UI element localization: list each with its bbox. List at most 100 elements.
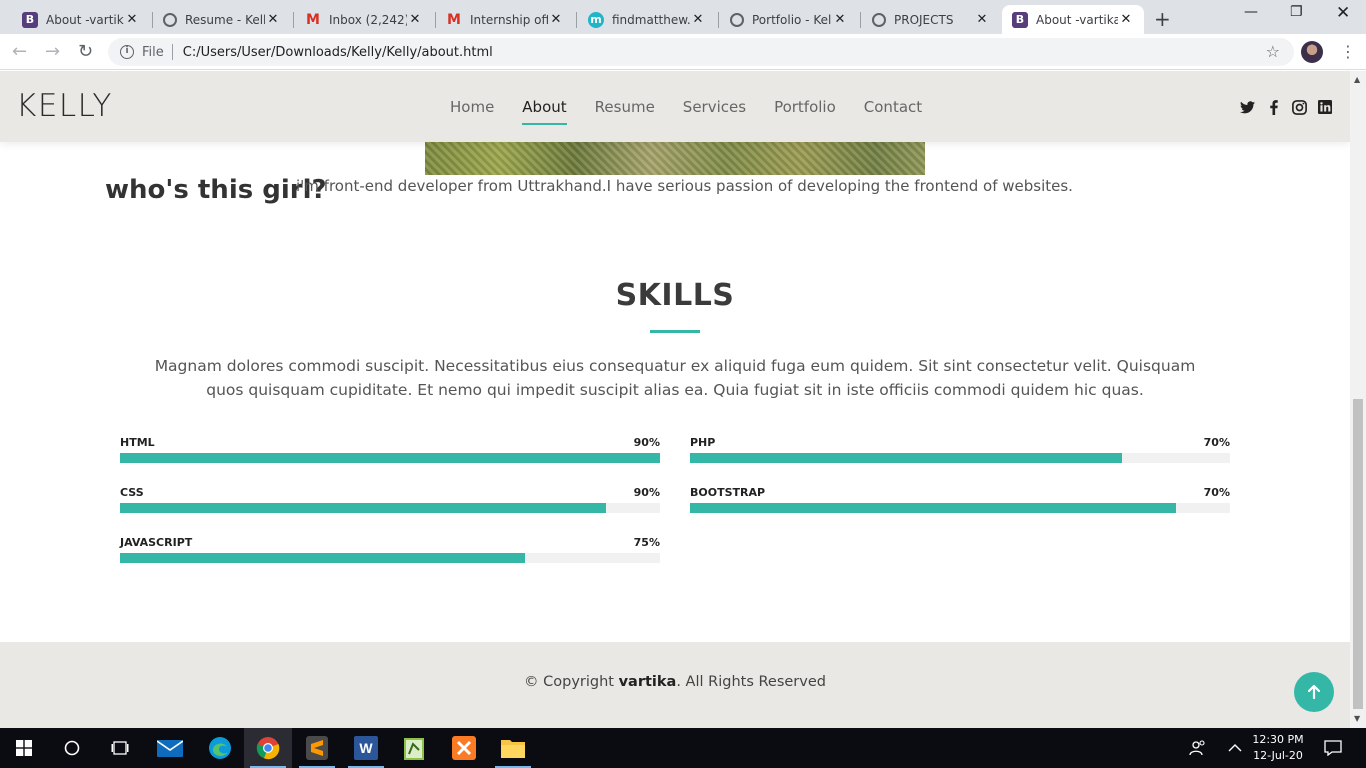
url-text[interactable]: C:/Users/User/Downloads/Kelly/Kelly/abou… <box>183 45 493 60</box>
skill-percent: 70% <box>1203 436 1230 449</box>
close-tab-icon[interactable]: ✕ <box>124 12 140 27</box>
skill-percent: 70% <box>1203 486 1230 499</box>
skills-title-underline <box>650 330 700 333</box>
nav-contact[interactable]: Contact <box>864 98 922 116</box>
close-tab-icon[interactable]: ✕ <box>832 12 848 27</box>
edge-browser-icon[interactable] <box>196 728 244 768</box>
skills-title: SKILLS <box>615 278 735 313</box>
chevron-up-icon[interactable] <box>1218 728 1252 768</box>
skill-percent: 90% <box>633 486 660 499</box>
xampp-icon[interactable] <box>440 728 488 768</box>
site-logo[interactable]: KELLY <box>16 88 113 124</box>
mail-app-icon[interactable] <box>146 728 194 768</box>
windows-taskbar: W 12:30 PM 12-Jul-20 <box>0 728 1366 768</box>
skill-percent: 75% <box>633 536 660 549</box>
browser-tab[interactable]: m findmatthew.co ✕ <box>578 5 716 34</box>
close-tab-icon[interactable]: ✕ <box>690 12 706 27</box>
more-menu-icon[interactable]: ⋮ <box>1340 42 1356 61</box>
skill-progress-track <box>120 503 660 513</box>
nav-portfolio[interactable]: Portfolio <box>774 98 836 116</box>
close-window-icon[interactable]: ✕ <box>1336 3 1350 23</box>
main-nav: Home About Resume Services Portfolio Con… <box>450 98 922 125</box>
bootstrap-favicon-icon: B <box>22 11 38 28</box>
close-tab-icon[interactable]: ✕ <box>974 12 990 27</box>
skill-name: CSS <box>120 486 144 499</box>
browser-tab[interactable]: M Inbox (2,242) - ✕ <box>295 5 433 34</box>
search-circle-icon[interactable] <box>48 728 96 768</box>
twitter-icon[interactable] <box>1239 99 1255 115</box>
new-tab-icon[interactable]: + <box>1154 7 1171 31</box>
scroll-down-arrow-icon[interactable]: ▼ <box>1354 714 1360 723</box>
globe-favicon-icon <box>730 12 744 27</box>
tab-title: PROJECTS <box>894 12 954 27</box>
browser-tab[interactable]: M Internship offe ✕ <box>436 5 574 34</box>
sublime-text-icon[interactable] <box>293 728 341 768</box>
restore-icon[interactable]: ❐ <box>1290 4 1303 20</box>
copyright-text: © Copyright vartika. All Rights Reserved <box>0 674 1350 690</box>
intro-heading: who's this girl? <box>105 175 327 205</box>
copyright-suffix: . All Rights Reserved <box>676 674 826 690</box>
tab-title: Resume - Kelly <box>185 12 265 27</box>
file-explorer-icon[interactable] <box>489 728 537 768</box>
gmail-favicon-icon: M <box>306 11 320 28</box>
nav-resume[interactable]: Resume <box>595 98 655 116</box>
reload-icon[interactable]: ↻ <box>78 41 93 62</box>
browser-tab[interactable]: Portfolio - Kelly ✕ <box>720 5 858 34</box>
back-arrow-icon[interactable]: ← <box>12 41 27 62</box>
site-header: KELLY Home About Resume Services Portfol… <box>0 71 1350 142</box>
browser-tab-strip: B About -vartika ✕ Resume - Kelly ✕ M In… <box>0 0 1366 34</box>
skill-progress-fill <box>120 503 606 513</box>
tab-title: Internship offe <box>470 12 548 27</box>
browser-tab[interactable]: PROJECTS ✕ <box>862 5 1000 34</box>
close-tab-icon[interactable]: ✕ <box>1118 12 1134 27</box>
bootstrap-favicon-icon: B <box>1012 11 1028 28</box>
scroll-up-arrow-icon[interactable]: ▲ <box>1354 75 1360 84</box>
windows-start-icon[interactable] <box>0 728 48 768</box>
skill-progress-fill <box>120 453 660 463</box>
close-tab-icon[interactable]: ✕ <box>548 12 564 27</box>
nav-home[interactable]: Home <box>450 98 494 116</box>
tab-separator <box>576 12 577 28</box>
people-icon[interactable] <box>1178 728 1218 768</box>
address-bar[interactable]: i File C:/Users/User/Downloads/Kelly/Kel… <box>108 38 1294 66</box>
close-tab-icon[interactable]: ✕ <box>407 12 423 27</box>
notepad-plus-icon[interactable] <box>390 728 438 768</box>
facebook-icon[interactable] <box>1266 99 1282 115</box>
notification-icon[interactable] <box>1316 728 1350 768</box>
browser-toolbar: ← → ↻ i File C:/Users/User/Downloads/Kel… <box>0 34 1366 70</box>
task-view-icon[interactable] <box>96 728 144 768</box>
skill-progress-fill <box>120 553 525 563</box>
tab-title: Inbox (2,242) - <box>329 12 407 27</box>
forward-arrow-icon[interactable]: → <box>45 41 60 62</box>
skill-progress-fill <box>690 453 1122 463</box>
skill-javascript: JAVASCRIPT 75% <box>120 536 660 576</box>
clock-time: 12:30 PM <box>1252 733 1304 746</box>
page-scrollbar[interactable]: ▲ ▼ <box>1350 71 1366 728</box>
system-clock[interactable]: 12:30 PM 12-Jul-20 <box>1248 732 1308 764</box>
info-icon[interactable]: i <box>120 45 134 59</box>
skill-name: BOOTSTRAP <box>690 486 766 499</box>
skill-name: PHP <box>690 436 716 449</box>
browser-tab-active[interactable]: B About -vartika ✕ <box>1002 5 1144 34</box>
tab-separator <box>293 12 294 28</box>
nav-about[interactable]: About <box>522 98 568 125</box>
profile-avatar[interactable] <box>1301 41 1323 63</box>
tab-title: About -vartika <box>1036 12 1118 27</box>
globe-favicon-icon <box>163 12 177 27</box>
browser-tab[interactable]: Resume - Kelly ✕ <box>153 5 291 34</box>
bookmark-star-icon[interactable]: ☆ <box>1266 42 1280 61</box>
back-to-top-button[interactable] <box>1294 672 1334 712</box>
arrow-up-icon <box>1307 684 1321 700</box>
close-tab-icon[interactable]: ✕ <box>265 12 281 27</box>
word-app-icon[interactable]: W <box>342 728 390 768</box>
linkedin-icon[interactable] <box>1317 99 1333 115</box>
instagram-icon[interactable] <box>1291 99 1307 115</box>
chrome-browser-icon[interactable] <box>244 728 292 768</box>
browser-tab[interactable]: B About -vartika ✕ <box>12 5 150 34</box>
scrollbar-thumb[interactable] <box>1353 399 1363 709</box>
skill-progress-track <box>690 503 1230 513</box>
nav-services[interactable]: Services <box>683 98 746 116</box>
minimize-icon[interactable]: — <box>1244 4 1258 20</box>
tab-separator <box>718 12 719 28</box>
tab-title: Portfolio - Kelly <box>752 12 832 27</box>
